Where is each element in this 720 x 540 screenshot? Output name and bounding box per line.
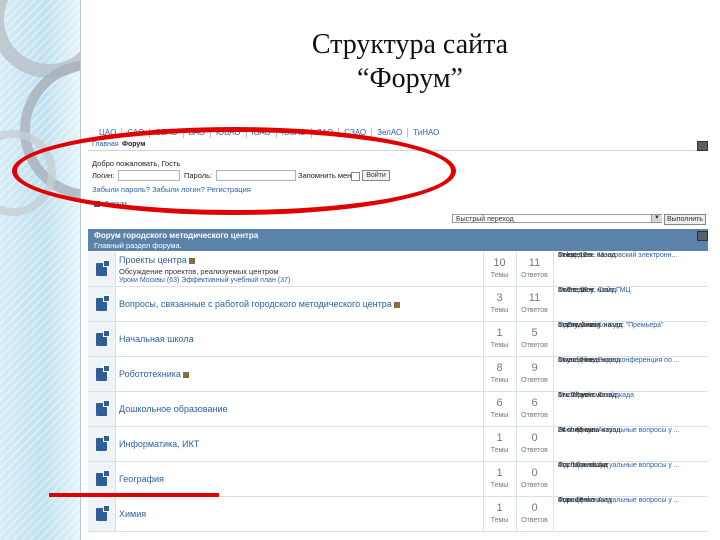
replies-count: 5 [531,327,538,339]
quick-jump-select[interactable]: Быстрый переход [452,214,662,223]
category-title[interactable]: Форум городского методического центра [94,231,258,240]
divider-line [80,0,81,540]
replies-label: Ответов [521,447,548,454]
forum-row: Дошкольное образование 6 Темы 6 Ответов … [88,392,708,427]
forum-folder-icon [96,260,110,276]
replies-count: 9 [531,362,538,374]
forum-folder-icon [96,365,110,381]
replies-count: 11 [528,257,541,269]
topics-label: Темы [490,272,509,279]
forum-folder-icon [96,400,110,416]
topics-count: 1 [496,502,503,514]
forum-row: География 1 Темы 0 Ответов Последнее: Ак… [88,462,708,497]
slide-title-line2: “Форум” [357,63,463,94]
last-post-time: 1 день 3 мин. назад [558,322,623,329]
forum-folder-icon [96,295,110,311]
forum-name[interactable]: Проекты центра [119,255,195,265]
last-post-time: 1 мес. 2 нед. назад [558,357,621,364]
forum-name[interactable]: Дошкольное образование [119,404,227,414]
forum-name[interactable]: Вопросы, связанные с работой городского … [119,299,400,309]
topics-label: Темы [490,517,509,524]
topics-count: 6 [496,397,503,409]
last-post-time: 24 ч. 46 мин. назад [558,427,621,434]
slide-title: Структура сайта “Форум” [170,28,650,96]
annotation-ellipse [12,127,456,215]
forum-folder-icon [96,505,110,521]
category-subtitle: Главный раздел форума. [94,241,182,250]
collapse-icon[interactable] [697,231,708,241]
district-link[interactable]: ТиНАО [408,128,444,138]
last-post-time: 1 нед. 12 ч. назад [558,252,616,259]
lock-icon [188,257,195,264]
replies-count: 6 [531,397,538,409]
forum-row: Вопросы, связанные с работой городского … [88,287,708,322]
topics-count: 3 [496,292,503,304]
forum-row: Робототехника 8 Темы 9 Ответов Последнее… [88,357,708,392]
forum-row: Информатика, ИКТ 1 Темы 0 Ответов Послед… [88,427,708,462]
topics-count: 1 [496,327,503,339]
subforum-links[interactable]: Уроки Москвы (63) Эффективный учебный пл… [119,277,290,284]
forum-description: Обсуждение проектов, реализуемых центром [119,267,279,276]
forum-row: Проекты центра Обсуждение проектов, реал… [88,252,708,287]
slide-title-line1: Структура сайта [311,29,509,60]
replies-label: Ответов [521,342,548,349]
replies-count: 0 [531,502,538,514]
topics-label: Темы [490,482,509,489]
lock-icon [393,301,400,308]
topics-count: 1 [496,467,503,479]
topics-count: 8 [496,362,503,374]
forum-category-header: Форум городского методического центра Гл… [88,229,708,251]
replies-label: Ответов [521,377,548,384]
chevron-down-icon[interactable]: ▼ [651,215,662,222]
last-post-time: 1 мес. 19 ч. назад [558,287,617,294]
forum-folder-icon [96,330,110,346]
last-post-time: 4 дн. 16 ч. назад [558,497,612,504]
decorative-band [0,0,80,540]
forum-folder-icon [96,470,110,486]
forum-folder-icon [96,435,110,451]
go-button[interactable]: Выполнить [664,214,706,225]
forum-name[interactable]: Химия [119,509,146,519]
lock-icon [182,371,189,378]
replies-label: Ответов [521,307,548,314]
replies-count: 0 [531,432,538,444]
replies-label: Ответов [521,412,548,419]
last-post-time: 4 д. 10 ч. назад [558,462,608,469]
replies-label: Ответов [521,272,548,279]
replies-label: Ответов [521,517,548,524]
forum-row: Химия 1 Темы 0 Ответов Последнее: Актуал… [88,497,708,532]
replies-count: 0 [531,467,538,479]
topics-label: Темы [490,412,509,419]
annotation-underline [49,493,219,497]
forum-name[interactable]: Начальная школа [119,334,194,344]
forum-name[interactable]: Информатика, ИКТ [119,439,199,449]
topics-label: Темы [490,342,509,349]
topics-label: Темы [490,307,509,314]
replies-label: Ответов [521,482,548,489]
replies-count: 11 [528,292,541,304]
topics-label: Темы [490,447,509,454]
topics-count: 10 [493,257,506,269]
last-post-time: 1 ч. 27 мин. назад [558,392,617,399]
topics-count: 1 [496,432,503,444]
forum-name[interactable]: География [119,474,164,484]
forum-row: Начальная школа 1 Темы 5 Ответов Последн… [88,322,708,357]
forum-name[interactable]: Робототехника [119,369,189,379]
topics-label: Темы [490,377,509,384]
collapse-icon[interactable] [697,141,708,151]
